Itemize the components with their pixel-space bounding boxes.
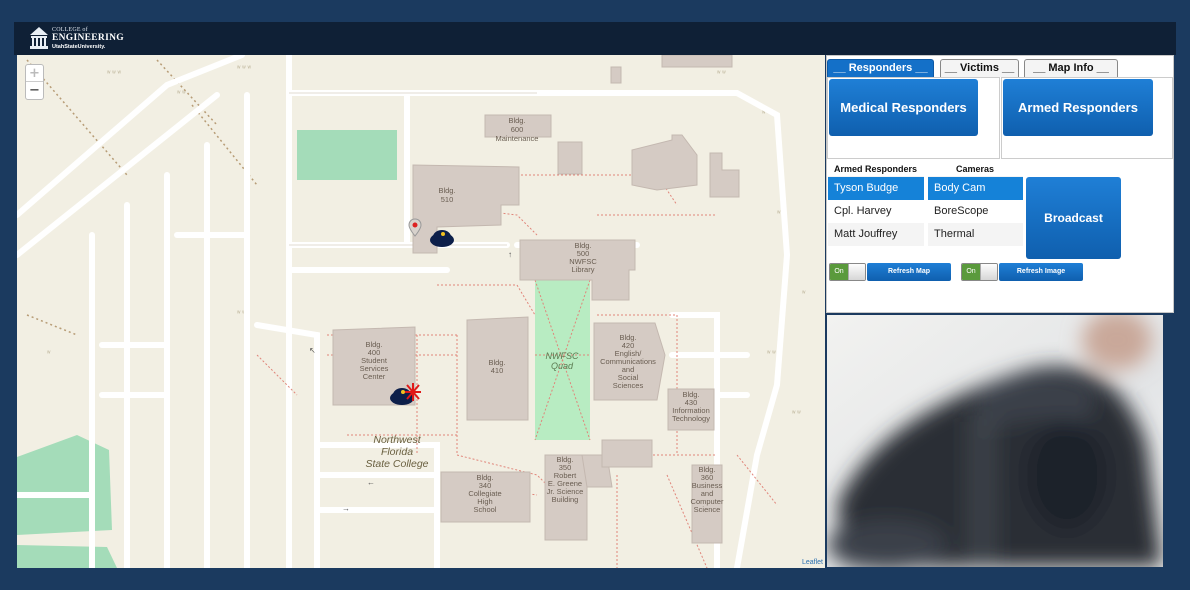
tab-responders[interactable]: __ Responders __ — [827, 59, 934, 77]
refresh-image-button[interactable]: Refresh Image — [999, 263, 1083, 281]
red-map-pin-icon[interactable] — [408, 218, 422, 242]
svg-text:ʷ ʷ ʷ: ʷ ʷ ʷ — [236, 65, 252, 72]
list-item-armed-responder[interactable]: Tyson Budge — [828, 177, 924, 200]
tab-victims[interactable]: __ Victims __ — [940, 59, 1019, 77]
police-officer-icon[interactable] — [429, 226, 455, 248]
svg-text:ʷ ʷ: ʷ ʷ — [791, 410, 801, 417]
control-panel: __ Responders __ __ Victims __ __ Map In… — [826, 55, 1174, 313]
medical-responders-button[interactable]: Medical Responders — [829, 79, 978, 136]
tab-map-info[interactable]: __ Map Info __ — [1024, 59, 1118, 77]
label-bldg-510: Bldg. 510 — [438, 186, 455, 204]
logo-engineering-text: ENGINEERING — [52, 33, 124, 43]
svg-text:ʷ ʷ: ʷ ʷ — [716, 70, 726, 77]
zoom-out-button[interactable]: − — [26, 82, 43, 99]
list-item-armed-responder[interactable]: Matt Jouffrey — [828, 223, 924, 246]
svg-text:←: ← — [367, 478, 375, 487]
list-item-armed-responder[interactable]: Cpl. Harvey — [828, 200, 924, 223]
svg-text:ʷ ʷ ʷ: ʷ ʷ ʷ — [106, 70, 122, 77]
incident-burst-icon[interactable] — [404, 382, 422, 402]
cameras-list: Body Cam BoreScope Thermal — [928, 176, 1023, 246]
svg-text:↑: ↑ — [508, 250, 512, 259]
campus-map[interactable]: ʷ ʷ ʷʷ ʷʷ ʷ ʷ ʷ ʷʷ ʷʷ ʷ ʷʷ ʷʷ ʷ ʷʷ ʷ Bld… — [17, 55, 825, 568]
label-bldg-410: Bldg. 410 — [488, 358, 505, 375]
image-toggle[interactable]: On — [961, 263, 998, 281]
svg-text:ʷ: ʷ — [801, 290, 806, 297]
list-item-camera[interactable]: Body Cam — [928, 177, 1023, 200]
svg-text:ʷ ʷ: ʷ ʷ — [766, 350, 776, 357]
map-toggle[interactable]: On — [829, 263, 866, 281]
list-item-camera[interactable]: BoreScope — [928, 200, 1023, 223]
toggle-knob — [848, 264, 865, 280]
map-toggle-label: On — [830, 264, 848, 280]
armed-responders-list: Tyson Budge Cpl. Harvey Matt Jouffrey — [828, 176, 924, 246]
logo-university-text: UtahStateUniversity. — [52, 44, 106, 50]
svg-text:→: → — [342, 504, 350, 513]
broadcast-button[interactable]: Broadcast — [1026, 177, 1121, 259]
svg-text:↖: ↖ — [309, 346, 316, 355]
toggle-knob — [980, 264, 997, 280]
zoom-control: + − — [25, 64, 44, 100]
zoom-in-button[interactable]: + — [26, 65, 43, 82]
refresh-map-button[interactable]: Refresh Map — [867, 263, 951, 281]
armed-responders-header: Armed Responders — [834, 164, 918, 174]
svg-text:ʷ: ʷ — [46, 350, 51, 357]
label-northwest-florida-state-college: Northwest Florida State College — [365, 434, 428, 470]
list-item-camera[interactable]: Thermal — [928, 223, 1023, 246]
image-toggle-label: On — [962, 264, 980, 280]
armed-responders-button[interactable]: Armed Responders — [1003, 79, 1153, 136]
university-logo: COLLEGE of ENGINEERING UtahStateUniversi… — [28, 25, 138, 53]
map-attribution[interactable]: Leaflet — [802, 559, 823, 566]
camera-feed-image — [827, 315, 1163, 567]
app-header: COLLEGE of ENGINEERING UtahStateUniversi… — [14, 22, 1176, 55]
cameras-header: Cameras — [956, 164, 995, 174]
